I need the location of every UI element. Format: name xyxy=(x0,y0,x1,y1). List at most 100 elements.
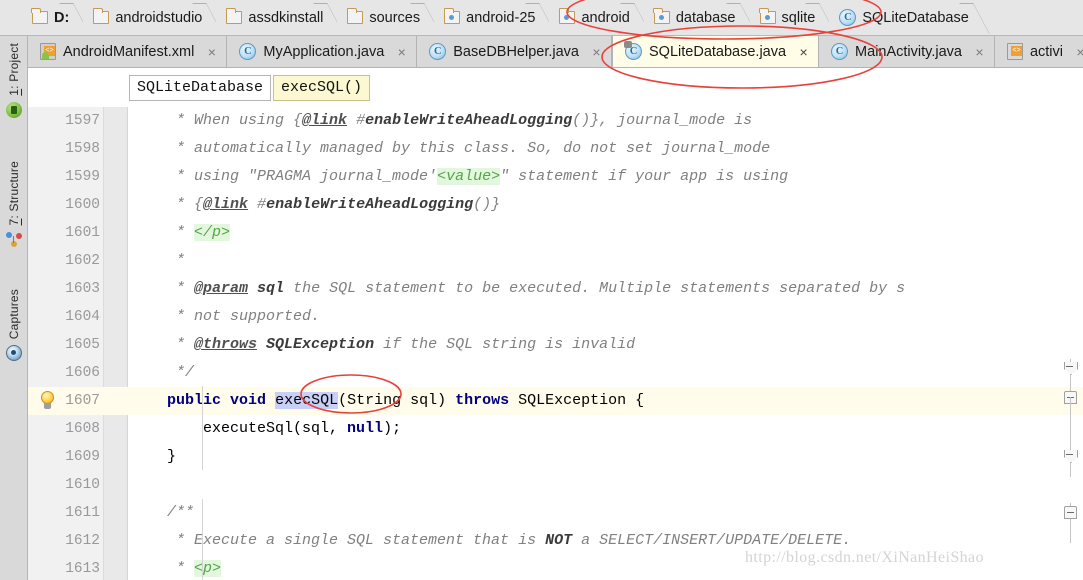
code-line[interactable]: 1599 * using "PRAGMA journal_mode'<value… xyxy=(28,163,1083,191)
code-line[interactable]: 1610 xyxy=(28,471,1083,499)
code-line[interactable]: 1608 executeSql(sql, null); xyxy=(28,415,1083,443)
code-line[interactable]: 1597 * When using {@link #enableWriteAhe… xyxy=(28,107,1083,135)
folder-icon xyxy=(346,8,364,24)
package-folder-icon xyxy=(558,8,576,24)
java-class-icon: C xyxy=(831,43,849,60)
line-number: 1599 xyxy=(65,169,100,185)
line-number: 1605 xyxy=(65,337,100,353)
editor-tab-myapplication-java[interactable]: C MyApplication.java × xyxy=(227,36,418,67)
java-class-icon: C xyxy=(839,9,857,26)
line-number: 1606 xyxy=(65,365,100,381)
folder-icon xyxy=(225,8,243,24)
code-line[interactable]: 1605 * @throws SQLException if the SQL s… xyxy=(28,331,1083,359)
editor-tab-label: SQLiteDatabase.java xyxy=(649,43,787,60)
close-icon[interactable]: × xyxy=(205,44,218,60)
left-tool-window-strip: 1: Project 7: Structure Captures xyxy=(0,36,28,580)
breadcrumb-item-label: androidstudio xyxy=(115,9,203,26)
breadcrumb-item-label: assdkinstall xyxy=(248,9,324,26)
tool-window-button-captures[interactable]: Captures xyxy=(0,286,27,364)
line-number: 1600 xyxy=(65,197,100,213)
tool-window-button-1-project[interactable]: 1: Project xyxy=(0,40,27,121)
code-line[interactable]: 1606 */ xyxy=(28,359,1083,387)
folder-icon xyxy=(92,8,110,24)
structure-node xyxy=(15,233,22,240)
bulb-base xyxy=(44,403,51,409)
tool-window-button-label: 7: Structure xyxy=(6,161,21,226)
breadcrumb-item-android[interactable]: android xyxy=(549,0,642,35)
tool-window-button-7-structure[interactable]: 7: Structure xyxy=(0,158,27,250)
fold-marker-next-comment-start[interactable] xyxy=(1064,506,1077,519)
folder-icon xyxy=(31,8,48,24)
close-icon[interactable]: × xyxy=(1074,44,1083,60)
close-icon[interactable]: × xyxy=(590,44,603,60)
code-editor[interactable]: 1597 * When using {@link #enableWriteAhe… xyxy=(28,107,1083,580)
breadcrumb-item-sqlite[interactable]: sqlite xyxy=(749,0,828,35)
close-icon[interactable]: × xyxy=(973,44,986,60)
breadcrumb-item-sources[interactable]: sources xyxy=(337,0,433,35)
line-number: 1601 xyxy=(65,225,100,241)
structure-breadcrumb-bar: SQLiteDatabase execSQL() xyxy=(28,68,1083,107)
android-studio-window: D: androidstudio assdkinstall sources androi… xyxy=(0,0,1083,580)
breadcrumb-item-assdkinstall[interactable]: assdkinstall xyxy=(216,0,336,35)
code-line[interactable]: 1600 * {@link #enableWriteAheadLogging()… xyxy=(28,191,1083,219)
line-code: } xyxy=(131,448,177,465)
close-icon[interactable]: × xyxy=(797,44,810,60)
line-code: * {@link #enableWriteAheadLogging()} xyxy=(131,196,501,213)
code-line[interactable]: 1603 * @param sql the SQL statement to b… xyxy=(28,275,1083,303)
line-code: * @param sql the SQL statement to be exe… xyxy=(131,280,906,297)
java-library-class-icon: C xyxy=(624,41,643,60)
android-robot-glyph xyxy=(42,52,49,59)
breadcrumb-item-d-[interactable]: D: xyxy=(0,0,82,35)
editor-tab-mainactivity-java[interactable]: C MainActivity.java × xyxy=(819,36,995,67)
indent-guide-1 xyxy=(202,386,203,470)
editor-tab-sqlitedatabase-java[interactable]: C SQLiteDatabase.java × xyxy=(612,36,820,67)
line-code: * </p> xyxy=(131,224,231,241)
breadcrumb-item-androidstudio[interactable]: androidstudio xyxy=(83,0,215,35)
code-line[interactable]: 1604 * not supported. xyxy=(28,303,1083,331)
class-chip[interactable]: SQLiteDatabase xyxy=(129,74,272,101)
breadcrumb-item-sqlitedatabase[interactable]: C SQLiteDatabase xyxy=(829,0,981,35)
editor-tab-activi[interactable]: activi × xyxy=(994,36,1083,67)
code-line[interactable]: 1611 /** xyxy=(28,499,1083,527)
fold-marker-method-end[interactable] xyxy=(1064,450,1077,463)
editor-tab-androidmanifest-xml[interactable]: AndroidManifest.xml × xyxy=(28,36,228,67)
captures-icon xyxy=(5,345,22,362)
breadcrumb-item-label: D: xyxy=(54,9,70,26)
breadcrumb-item-label: sqlite xyxy=(781,9,816,26)
tool-window-button-label: Captures xyxy=(6,289,21,340)
fold-marker-comment-end[interactable] xyxy=(1064,362,1077,375)
line-number: 1603 xyxy=(65,281,100,297)
line-number: 1597 xyxy=(65,113,100,129)
editor-tab-label: MyApplication.java xyxy=(263,43,385,60)
line-code: * @throws SQLException if the SQL string… xyxy=(131,336,636,353)
java-class-icon: C xyxy=(239,43,257,60)
code-line[interactable]: 1602 * xyxy=(28,247,1083,275)
line-code: executeSql(sql, null); xyxy=(131,420,402,437)
blog-watermark: http://blog.csdn.net/XiNanHeiShao xyxy=(745,549,984,566)
breadcrumb-item-label: SQLiteDatabase xyxy=(862,9,969,26)
code-line[interactable]: 1609 } xyxy=(28,443,1083,471)
line-number: 1613 xyxy=(65,561,100,577)
editor-tab-label: AndroidManifest.xml xyxy=(63,43,195,60)
structure-icon xyxy=(5,231,22,248)
method-chip[interactable]: execSQL() xyxy=(273,74,371,101)
breadcrumb-item-database[interactable]: database xyxy=(643,0,748,35)
code-line[interactable]: 1607 public void execSQL(String sql) thr… xyxy=(28,387,1083,415)
code-lines[interactable]: 1597 * When using {@link #enableWriteAhe… xyxy=(28,107,1083,580)
android-xml-icon xyxy=(40,43,56,60)
close-icon[interactable]: × xyxy=(395,44,408,60)
line-code: public void execSQL(String sql) throws S… xyxy=(167,392,645,409)
code-line[interactable]: 1598 * automatically managed by this cla… xyxy=(28,135,1083,163)
structure-node xyxy=(5,232,12,239)
code-line[interactable]: 1601 * </p> xyxy=(28,219,1083,247)
line-code: * using "PRAGMA journal_mode'<value>" st… xyxy=(131,168,789,185)
package-folder-icon xyxy=(758,8,776,24)
editor-tab-label: BaseDBHelper.java xyxy=(453,43,580,60)
editor-tab-basedbhelper-java[interactable]: C BaseDBHelper.java × xyxy=(417,36,613,67)
breadcrumb-item-label: sources xyxy=(369,9,421,26)
intention-bulb-icon[interactable] xyxy=(40,391,55,411)
line-number: 1610 xyxy=(65,477,100,493)
package-folder-icon xyxy=(653,8,670,24)
breadcrumb-item-android-25[interactable]: android-25 xyxy=(434,0,548,35)
editor-tab-label: MainActivity.java xyxy=(855,43,962,60)
